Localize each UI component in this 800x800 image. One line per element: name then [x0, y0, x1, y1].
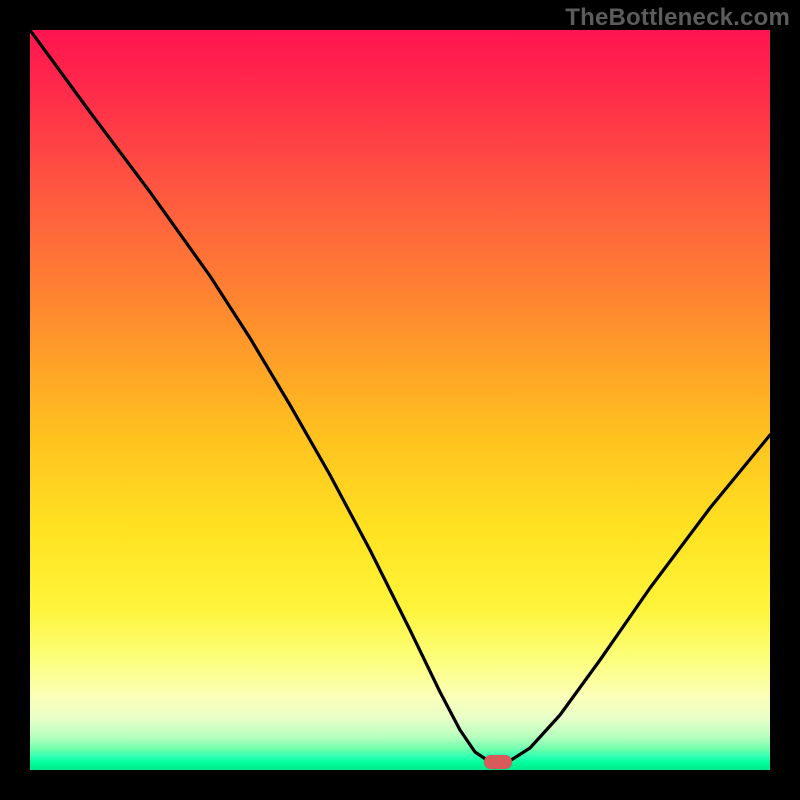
watermark-text: TheBottleneck.com	[565, 4, 790, 32]
chart-frame: TheBottleneck.com	[0, 0, 800, 800]
optimal-marker	[484, 755, 512, 769]
bottleneck-curve	[30, 30, 770, 762]
curve-svg	[30, 30, 770, 770]
plot-area	[30, 30, 770, 770]
